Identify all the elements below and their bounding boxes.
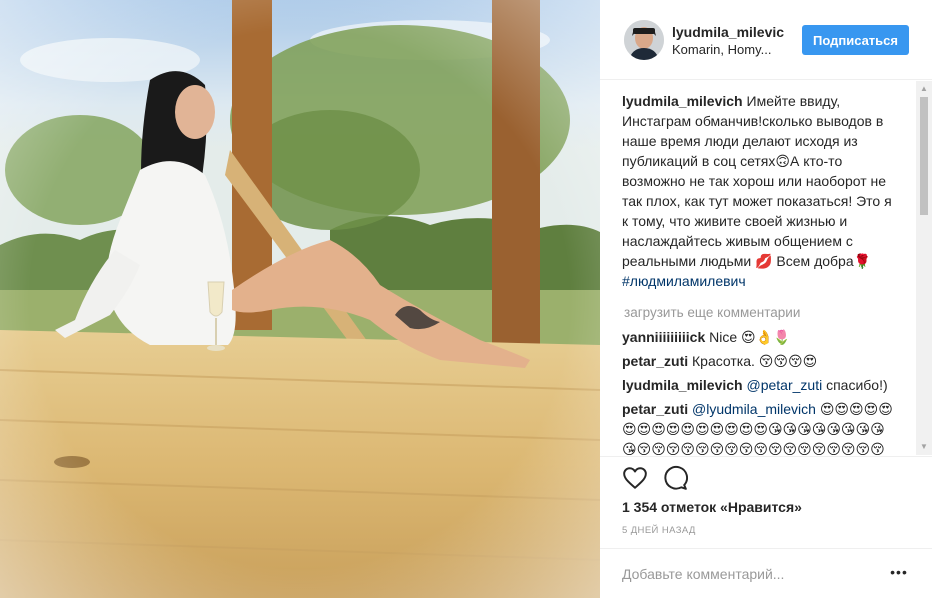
comment-text: Nice 😍👌🌷	[709, 329, 791, 345]
comment-username[interactable]: petar_zuti	[622, 353, 688, 369]
comment-username[interactable]: yanniiiiiiiiick	[622, 329, 705, 345]
comments-scrollbar[interactable]: ▲ ▼	[916, 81, 932, 455]
comment-input[interactable]	[622, 563, 872, 585]
post-sidebar: lyudmila_milevich Komarin, Homy... Подпи…	[600, 0, 932, 598]
post-location[interactable]: Komarin, Homy...	[672, 42, 784, 57]
heart-outline-icon[interactable]	[622, 465, 648, 491]
list-item: petar_zuti @lyudmila_milevich 😍😍😍😍😍😍😍😍😍😍…	[622, 399, 897, 455]
avatar[interactable]	[624, 20, 664, 60]
load-more-comments-link[interactable]: загрузить еще комментарии	[624, 303, 897, 323]
post-header: lyudmila_milevich Komarin, Homy... Подпи…	[600, 0, 932, 80]
scrollbar-thumb[interactable]	[920, 97, 928, 215]
list-item: petar_zuti Красотка. 😚😚😚😍	[622, 351, 897, 371]
comment-text: Красотка. 😚😚😚😍	[692, 353, 818, 369]
list-item: lyudmila_milevich @petar_zuti спасибо!)	[622, 375, 897, 395]
comments-list[interactable]: lyudmila_milevich Имейте ввиду, Инстагра…	[600, 81, 932, 455]
ellipsis-icon[interactable]: •••	[890, 563, 908, 585]
list-item: yanniiiiiiiiick Nice 😍👌🌷	[622, 327, 897, 347]
likes-count[interactable]: 1 354 отметок «Нравится»	[622, 499, 802, 515]
comment-text: спасибо!)	[826, 377, 888, 393]
post-author-username[interactable]: lyudmila_milevich	[672, 24, 784, 40]
scroll-down-icon[interactable]: ▼	[916, 439, 932, 455]
comment-username[interactable]: petar_zuti	[622, 401, 688, 417]
post-actions-bar	[600, 456, 932, 496]
comment-mention[interactable]: @lyudmila_milevich	[692, 401, 816, 417]
post-photo-artwork	[0, 0, 600, 598]
comment-username[interactable]: lyudmila_milevich	[622, 377, 743, 393]
comments-content: lyudmila_milevich Имейте ввиду, Инстагра…	[622, 91, 897, 455]
avatar-photo-icon	[624, 20, 664, 60]
scroll-up-icon[interactable]: ▲	[916, 81, 932, 97]
caption-text: Имейте ввиду, Инстаграм обманчив!сколько…	[622, 93, 892, 269]
comment-mention[interactable]: @petar_zuti	[747, 377, 823, 393]
post-photo[interactable]	[0, 0, 600, 598]
speech-bubble-icon[interactable]	[662, 465, 688, 491]
add-comment-form: •••	[600, 548, 932, 598]
post-caption: lyudmila_milevich Имейте ввиду, Инстагра…	[622, 91, 897, 291]
post-timestamp[interactable]: 5 дней назад	[622, 525, 696, 536]
follow-button[interactable]: Подписаться	[802, 25, 909, 55]
caption-username[interactable]: lyudmila_milevich	[622, 93, 743, 109]
caption-hashtag[interactable]: #людмиламилевич	[622, 273, 746, 289]
